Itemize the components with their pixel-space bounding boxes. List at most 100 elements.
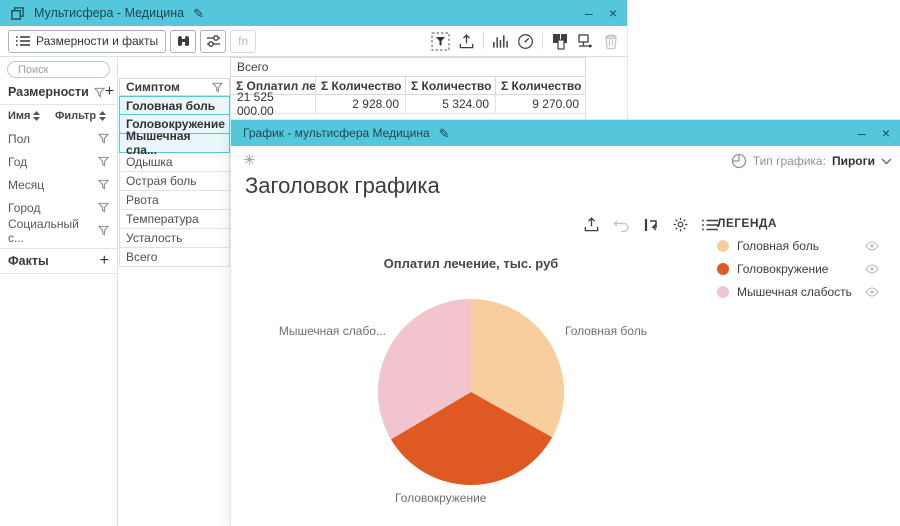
value-cell[interactable]: 21 525 000.00 [230,95,316,114]
dimension-item[interactable]: Месяц [0,173,117,196]
chart-type-value: Пироги [832,154,875,168]
pie-chart-title: Оплатил лечение, тыс. руб [291,256,651,271]
spinner-icon: ✳ [243,151,256,169]
pie-type-icon [731,153,747,169]
table-row[interactable]: Головная боль [119,96,230,115]
dimensions-header-label: Размерности [8,85,89,99]
filter-select-icon[interactable] [431,32,450,51]
legend-item: Головная боль [717,239,881,253]
legend-dot [717,263,729,275]
window-stack-icon [10,6,25,20]
sliders-icon [206,34,221,48]
chevron-down-icon [881,158,892,165]
facts-header-label: Факты [8,254,49,268]
dimensions-header: Размерности + [0,80,117,104]
name-column-label: Имя [8,110,30,122]
edit-chart-title-icon[interactable]: ✎ [439,127,450,140]
binoculars-icon [176,34,191,48]
chart-minimize-button[interactable]: – [858,126,866,140]
main-toolbar-right [431,32,619,51]
dimensions-facts-button[interactable]: Размерности и факты [8,30,166,53]
value-cell[interactable]: 5 324.00 [406,95,496,114]
search-binoculars-button[interactable] [170,30,196,53]
facts-header: Факты + [0,249,117,273]
chart-close-button[interactable]: × [882,126,890,140]
chart-type-select[interactable]: Тип графика: Пироги [731,153,892,169]
table-row[interactable]: Усталость [119,229,230,248]
new-window-icon[interactable] [577,33,595,50]
filter-icon[interactable] [98,225,109,236]
filter-icon[interactable] [98,156,109,167]
close-button[interactable]: × [609,6,617,20]
legend-item: Мышечная слабость [717,285,881,299]
main-titlebar: Мультисфера - Медицина ✎ – × [0,0,627,26]
filter-icon[interactable] [98,133,109,144]
dimensions-filter-icon[interactable] [94,87,105,98]
filter-sort-icon[interactable] [99,111,106,121]
table-row[interactable]: Мышечная сла... [119,134,230,153]
gear-icon[interactable] [672,216,689,233]
value-cell[interactable]: 9 270.00 [496,95,586,114]
legend-item: Головокружение [717,262,881,276]
dimension-item[interactable]: Год [0,150,117,173]
settings-sliders-button[interactable] [200,30,226,53]
gauge-icon[interactable] [517,33,534,50]
dimension-item[interactable]: Пол [0,127,117,150]
pie-chart [376,297,566,487]
list-icon [16,35,30,47]
chart-window-title: График - мультисфера Медицина [243,126,430,140]
measure-header[interactable]: Σ Количество ... [406,77,496,95]
export-chart-icon[interactable] [583,216,600,233]
symptom-filter-icon[interactable] [212,82,223,93]
legend-dot [717,286,729,298]
export-icon[interactable] [458,33,475,50]
main-toolbar: Размерности и факты fn [0,26,627,57]
delete-icon[interactable] [603,33,619,50]
undo-icon[interactable] [613,218,630,232]
visibility-eye-icon[interactable] [865,264,879,274]
chart-heading: Заголовок графика [245,173,440,199]
pie-slice-label: Мышечная слабо... [231,324,386,338]
chart-titlebar: График - мультисфера Медицина ✎ – × [231,120,900,146]
fn-label: fn [238,34,248,48]
table-row[interactable]: Острая боль [119,172,230,191]
value-row: 21 525 000.00 2 928.00 5 324.00 9 270.00 [230,95,586,114]
legend-list-icon[interactable] [702,218,718,232]
legend: ЛЕГЕНДА Головная боль Головокружение Мыш… [717,216,881,299]
values-area: Всего Σ Оплатил ле... Σ Количество ... Σ… [230,57,586,121]
table-row[interactable]: Температура [119,210,230,229]
visibility-eye-icon[interactable] [865,241,879,251]
group-header-cell: Всего [230,57,586,77]
fn-button[interactable]: fn [230,30,256,53]
minimize-button[interactable]: – [585,6,593,20]
chart-toolbar [583,216,718,233]
name-sort-icon[interactable] [33,111,40,121]
bar-chart-icon[interactable] [492,33,509,49]
sidebar: Размерности + Имя Фильтр Пол [0,57,118,526]
visibility-eye-icon[interactable] [865,287,879,297]
sort-order-icon[interactable] [643,217,659,233]
dimensions-facts-label: Размерности и факты [36,34,158,48]
table-row[interactable]: Всего [119,248,230,267]
dimension-list-columns: Имя Фильтр [0,105,117,127]
legend-dot [717,240,729,252]
filter-icon[interactable] [98,202,109,213]
chart-type-label: Тип графика: [753,154,826,168]
dimension-item[interactable]: Социальный с... [0,219,117,242]
add-dimension-button[interactable]: + [105,83,114,101]
value-cell[interactable]: 2 928.00 [316,95,406,114]
measure-header[interactable]: Σ Количество ... [316,77,406,95]
legend-header: ЛЕГЕНДА [717,216,881,230]
symptom-column: Симптом Головная боль Головокружение Мыш… [119,78,230,267]
table-row[interactable]: Рвота [119,191,230,210]
add-fact-button[interactable]: + [100,252,109,270]
filter-column-label: Фильтр [55,110,96,122]
pie-slice-label: Головокружение [395,491,486,505]
edit-title-icon[interactable]: ✎ [193,7,204,20]
copy-multisphere-icon[interactable] [551,33,569,50]
measure-header[interactable]: Σ Количество ... [496,77,586,95]
pie-slice-label: Головная боль [565,324,647,338]
symptom-column-header: Симптом [119,78,230,96]
filter-icon[interactable] [98,179,109,190]
search-input[interactable] [7,61,110,78]
